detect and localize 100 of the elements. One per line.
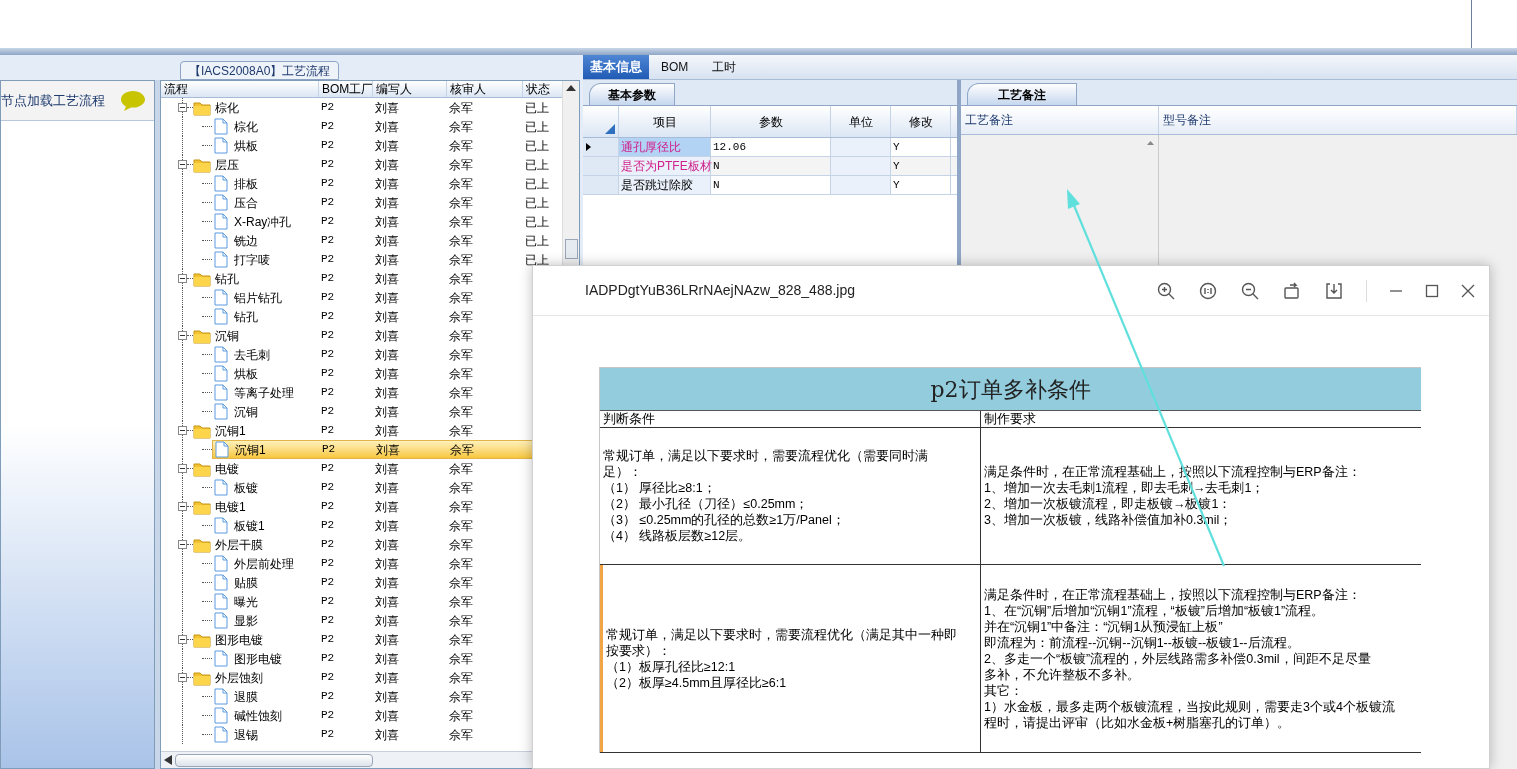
tree-node[interactable]: 打字唛 bbox=[234, 252, 270, 267]
column-header[interactable]: 工艺备注 bbox=[961, 106, 1159, 134]
tab[interactable]: BOM bbox=[649, 55, 701, 79]
collapse-icon[interactable] bbox=[178, 540, 187, 549]
tree-node[interactable]: 烘板 bbox=[234, 138, 258, 153]
notes-tab[interactable]: 工艺备注 bbox=[967, 83, 1077, 105]
table-cell-text: 刘喜 bbox=[375, 574, 399, 592]
horizontal-scrollbar-thumb[interactable] bbox=[175, 753, 373, 767]
tab[interactable]: 基本信息 bbox=[583, 55, 649, 79]
column-header[interactable]: 参数 bbox=[711, 106, 831, 137]
column-header[interactable]: 编写人 bbox=[373, 81, 447, 97]
tree-node[interactable]: 压合 bbox=[234, 195, 258, 210]
collapse-icon[interactable] bbox=[178, 464, 187, 473]
table-cell-text: 刘喜 bbox=[375, 422, 399, 440]
tree-node[interactable]: 退锡 bbox=[234, 727, 258, 742]
collapse-icon[interactable] bbox=[178, 502, 187, 511]
tree-node[interactable]: 电镀1 bbox=[215, 499, 246, 514]
tree-node[interactable]: 板镀1 bbox=[234, 518, 265, 533]
collapse-icon[interactable] bbox=[178, 673, 187, 682]
tree-node[interactable]: 显影 bbox=[234, 613, 258, 628]
tree-node[interactable]: 电镀 bbox=[215, 461, 239, 476]
zoom-in-icon[interactable] bbox=[1156, 280, 1176, 301]
tree-node[interactable]: 沉铜 bbox=[234, 404, 258, 419]
table-cell-text: P2 bbox=[321, 290, 335, 306]
tree-node[interactable]: 板镀 bbox=[234, 480, 258, 495]
params-tab[interactable]: 基本参数 bbox=[589, 83, 675, 105]
column-header[interactable]: 核审人 bbox=[447, 81, 523, 97]
table-cell-text: 刘喜 bbox=[375, 669, 399, 687]
table-cell-text: P2 bbox=[321, 385, 335, 401]
table-cell-text: P2 bbox=[321, 271, 335, 287]
column-header[interactable]: 单位 bbox=[831, 106, 891, 137]
tree-node[interactable]: 铝片钻孔 bbox=[234, 290, 282, 305]
tree-node[interactable]: 退膜 bbox=[234, 689, 258, 704]
collapse-icon[interactable] bbox=[178, 160, 187, 169]
tree-node[interactable]: 棕化 bbox=[215, 100, 239, 115]
vertical-scrollbar-thumb[interactable] bbox=[564, 239, 578, 259]
file-icon bbox=[214, 118, 228, 135]
sheet-text-line: （4） 线路板层数≥12层。 bbox=[603, 528, 753, 544]
file-icon bbox=[214, 688, 228, 705]
table-cell-text: 佘军 bbox=[449, 479, 473, 497]
sheet-text-line: 常规订单，满足以下要求时，需要流程优化（需要同时满 bbox=[603, 448, 928, 464]
tree-node[interactable]: 钻孔 bbox=[234, 309, 258, 324]
tree-node[interactable]: 外层蚀刻 bbox=[215, 670, 263, 685]
tree-node[interactable]: 层压 bbox=[215, 157, 239, 172]
tree-node[interactable]: 沉铜 bbox=[215, 328, 239, 343]
tree-node[interactable]: X-Ray冲孔 bbox=[234, 214, 292, 229]
tree-node[interactable]: 沉铜1 bbox=[215, 423, 246, 438]
tree-node[interactable]: 烘板 bbox=[234, 366, 258, 381]
file-icon bbox=[214, 384, 228, 401]
tree-node[interactable]: 图形电镀 bbox=[215, 632, 263, 647]
maximize-icon[interactable] bbox=[1425, 283, 1439, 298]
table-cell-text: 刘喜 bbox=[375, 308, 399, 326]
tree-node[interactable]: 曝光 bbox=[234, 594, 258, 609]
sheet-text-line: 其它： bbox=[984, 682, 1024, 699]
table-cell-text: P2 bbox=[321, 366, 335, 382]
file-icon bbox=[214, 403, 228, 420]
column-header[interactable]: 流程 bbox=[161, 81, 319, 97]
tree-node[interactable]: 棕化 bbox=[234, 119, 258, 134]
table-cell-text: P2 bbox=[321, 309, 335, 325]
row-header[interactable] bbox=[583, 138, 619, 156]
column-header[interactable]: BOM工厂 bbox=[319, 81, 373, 97]
table-cell-text: 佘军 bbox=[449, 365, 473, 383]
column-header[interactable]: 修改 bbox=[891, 106, 951, 137]
rotate-icon[interactable] bbox=[1282, 280, 1302, 301]
collapse-icon[interactable] bbox=[178, 331, 187, 340]
tab[interactable]: 工时 bbox=[700, 55, 749, 79]
scroll-up-icon[interactable] bbox=[566, 85, 576, 91]
file-icon bbox=[214, 175, 228, 192]
tree-node[interactable]: 排板 bbox=[234, 176, 258, 191]
tree-node[interactable]: 去毛刺 bbox=[234, 347, 270, 362]
tree-node[interactable]: 贴膜 bbox=[234, 575, 258, 590]
column-header[interactable]: 项目 bbox=[619, 106, 711, 137]
download-icon[interactable] bbox=[1324, 280, 1344, 301]
tree-node[interactable]: 碱性蚀刻 bbox=[234, 708, 282, 723]
collapse-icon[interactable] bbox=[178, 635, 187, 644]
tree-node[interactable]: 等离子处理 bbox=[234, 385, 294, 400]
column-header[interactable]: 型号备注 bbox=[1159, 106, 1517, 134]
scroll-left-icon[interactable] bbox=[164, 755, 172, 765]
folder-icon bbox=[193, 156, 211, 173]
table-cell-text: P2 bbox=[321, 518, 335, 534]
folder-icon bbox=[193, 536, 211, 553]
tree-node[interactable]: 铣边 bbox=[234, 233, 258, 248]
tree-node[interactable]: 外层前处理 bbox=[234, 556, 294, 571]
table-cell-text: P2 bbox=[321, 119, 335, 135]
table-cell-text: 刘喜 bbox=[375, 175, 399, 193]
file-icon bbox=[214, 555, 228, 572]
table-cell-text: 佘军 bbox=[449, 327, 473, 345]
collapse-icon[interactable] bbox=[178, 426, 187, 435]
tree-node[interactable]: 外层干膜 bbox=[215, 537, 263, 552]
tree-node[interactable]: 图形电镀 bbox=[234, 651, 282, 666]
table-cell-text: 已上 bbox=[525, 213, 549, 231]
tree-node[interactable]: 沉铜1 bbox=[235, 442, 266, 457]
close-icon[interactable] bbox=[1461, 283, 1475, 298]
collapse-icon[interactable] bbox=[178, 103, 187, 112]
tree-node[interactable]: 钻孔 bbox=[215, 271, 239, 286]
collapse-icon[interactable] bbox=[178, 274, 187, 283]
zoom-out-icon[interactable] bbox=[1240, 280, 1260, 301]
fit-icon[interactable] bbox=[1198, 280, 1218, 301]
table-cell-text: 刘喜 bbox=[375, 631, 399, 649]
table-cell-text: P2 bbox=[321, 100, 335, 116]
